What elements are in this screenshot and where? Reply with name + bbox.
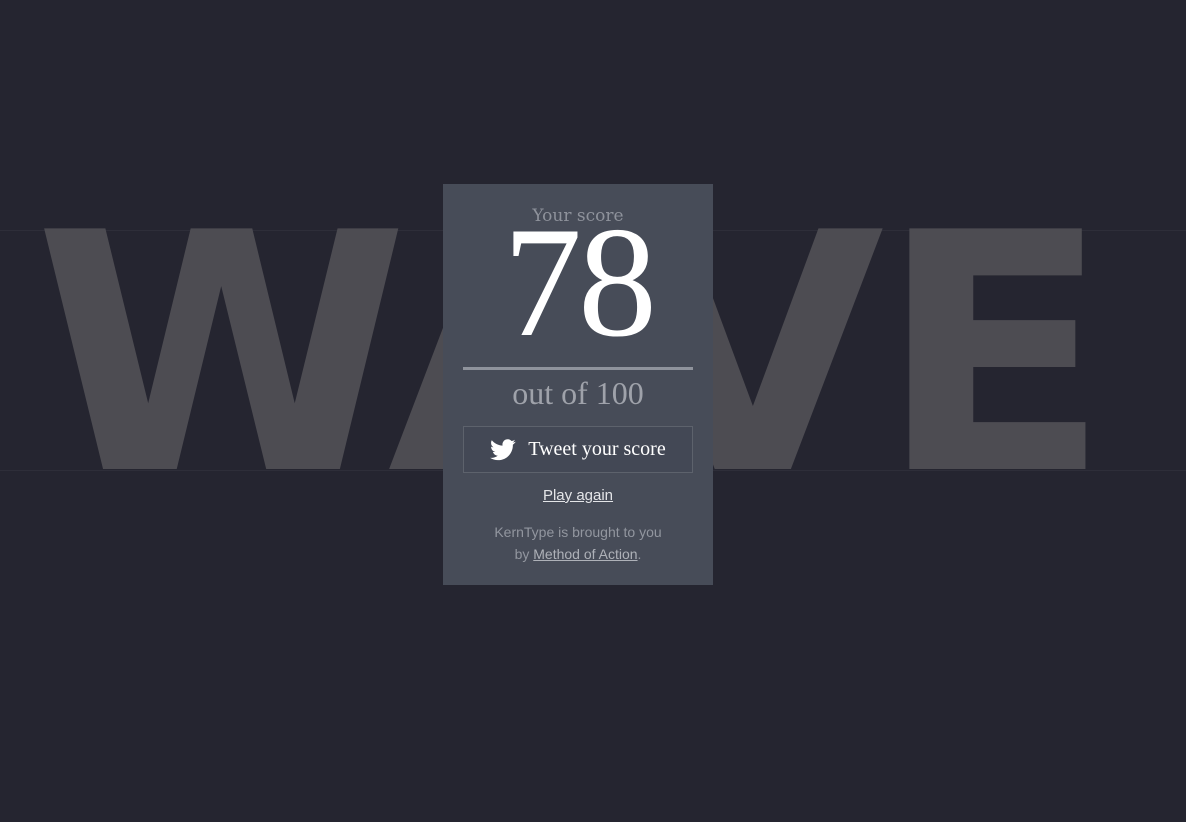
game-stage: WAVE Your score 78 out of 100 Tweet your… [0, 0, 1186, 822]
score-value: 78 [503, 195, 657, 370]
tweet-score-button[interactable]: Tweet your score [463, 426, 693, 473]
method-of-action-link[interactable]: Method of Action [533, 546, 637, 562]
score-card: Your score 78 out of 100 Tweet your scor… [443, 184, 713, 585]
twitter-bird-icon [490, 438, 516, 461]
score-max-label: out of 100 [512, 375, 644, 411]
score-divider [463, 367, 693, 370]
credits-line-1: KernType is brought to you [494, 524, 662, 540]
twitter-bird-svg [490, 438, 516, 460]
tweet-button-content: Tweet your score [464, 427, 692, 472]
credits-by: by [514, 546, 534, 562]
credits-line-2: by Method of Action. [443, 543, 713, 565]
play-again-link[interactable]: Play again [443, 486, 713, 506]
credits-suffix: . [637, 546, 642, 562]
credits-text: KernType is brought to you by Method of … [443, 521, 713, 565]
tweet-button-label: Tweet your score [528, 438, 666, 460]
